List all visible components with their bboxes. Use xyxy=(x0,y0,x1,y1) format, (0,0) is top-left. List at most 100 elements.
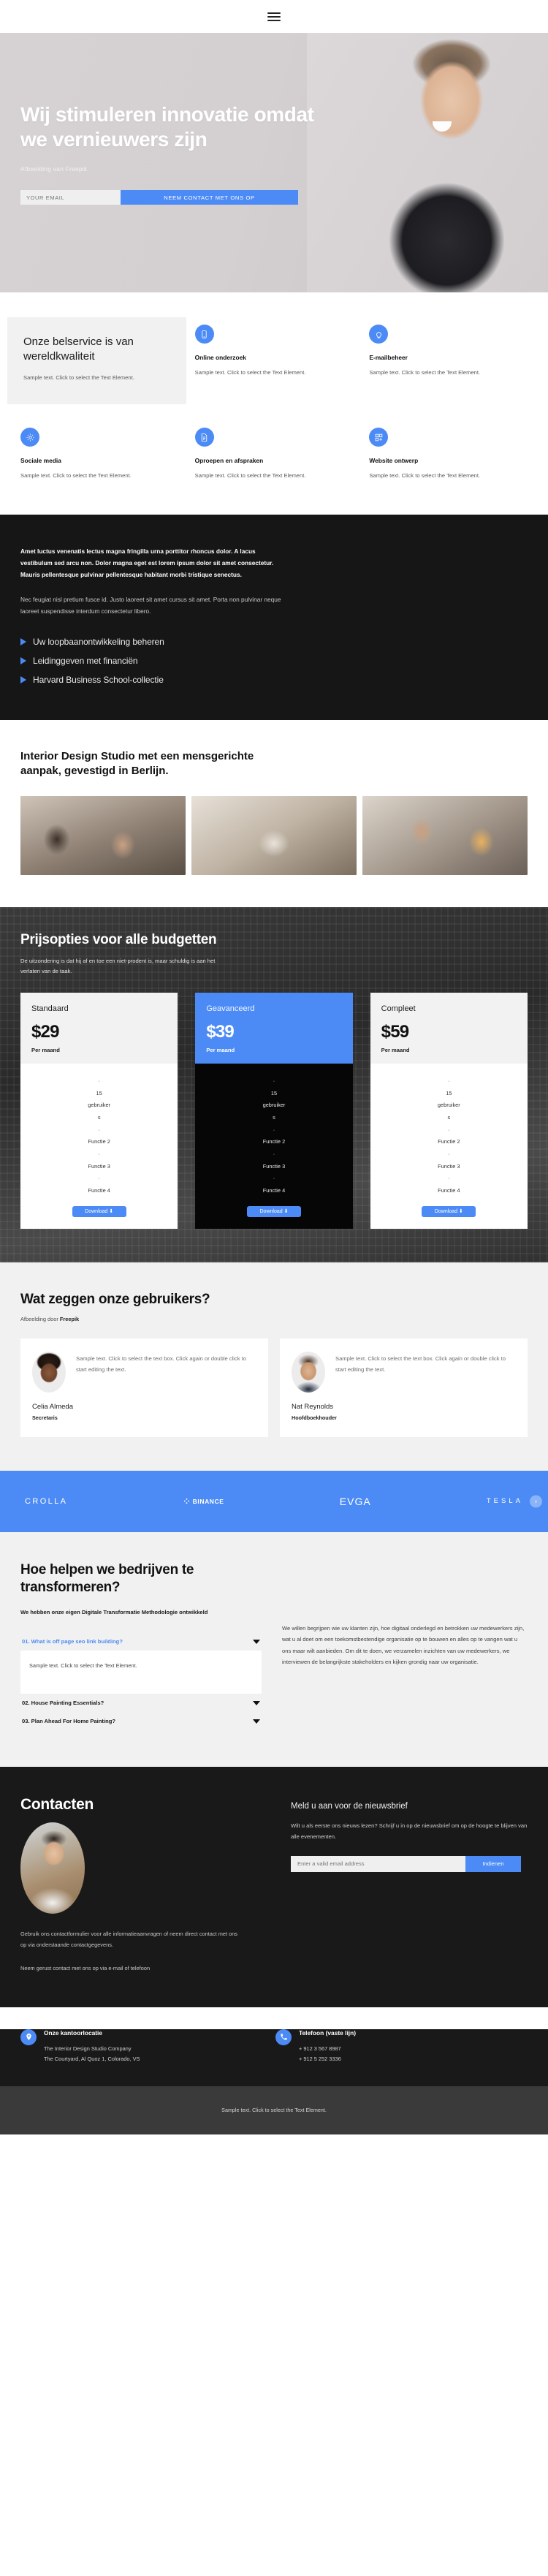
link-label: Uw loopbaanontwikkeling beheren xyxy=(33,636,164,647)
plan-price: $29 xyxy=(31,1022,59,1042)
contact-phone-title: Telefoon (vaste lijn) xyxy=(299,2028,357,2037)
top-navigation-bar xyxy=(0,0,548,33)
contact-phone-numbers: + 912 3 567 8987 + 912 5 252 3336 xyxy=(299,2044,356,2064)
pricing-plans: Standaard $29 Per maand · 15 gebruiker s… xyxy=(20,993,528,1229)
service-title: Oproepen en afspraken xyxy=(194,457,264,465)
location-pin-icon xyxy=(20,2028,37,2045)
portrait-smile xyxy=(432,121,452,132)
service-text: Sample text. Click to select the Text El… xyxy=(369,472,481,480)
footer-contacts: Onze kantoorlocatie The Interior Design … xyxy=(20,2028,517,2064)
testimonial-role: Hoofdboekhouder xyxy=(292,1414,337,1421)
service-card-online-onderzoek: Online onderzoek Sample text. Click to s… xyxy=(194,323,354,404)
landing-page: Wij stimuleren innovatie omdat we vernie… xyxy=(0,0,548,2134)
faq-right-column: We willen begrijpen wie uw klanten zijn,… xyxy=(282,1561,528,1731)
brand-logo-binance: BINANCE xyxy=(183,1498,224,1505)
service-card-e-mailbeheer: E-mailbeheer Sample text. Click to selec… xyxy=(369,323,528,404)
hero-portrait-photo xyxy=(307,33,548,292)
chevron-right-icon[interactable]: › xyxy=(530,1495,542,1508)
testimonials-credit: Afbeelding door Freepik xyxy=(20,1316,528,1322)
studio-section: Interior Design Studio met een mensgeric… xyxy=(0,719,548,908)
plan-feature: Functie 2 xyxy=(262,1138,286,1145)
address-line-1: The Interior Design Studio Company xyxy=(44,2045,132,2052)
plan-header: Compleet $59 Per maand xyxy=(370,993,528,1064)
plan-features: · 15 gebruiker s · Functie 2 · Functie 3… xyxy=(20,1064,178,1229)
service-text: Sample text. Click to select the Text El… xyxy=(194,472,306,480)
hero-contact-button[interactable]: NEEM CONTACT MET ONS OP xyxy=(121,190,298,205)
plan-period: Per maand xyxy=(381,1047,410,1054)
faq-item-02[interactable]: 02. House Painting Essentials? xyxy=(20,1694,262,1712)
brand-logos-carousel: CROLLA BINANCE EVGA TESLA › xyxy=(0,1470,548,1532)
plan-feature: · xyxy=(98,1126,100,1133)
faq-right-text: We willen begrijpen wie uw klanten zijn,… xyxy=(282,1624,525,1666)
plan-features: · 15 gebruiker s · Functie 2 · Functie 3… xyxy=(195,1064,353,1229)
plan-feature: Functie 4 xyxy=(88,1187,110,1194)
plan-feature: 15 xyxy=(96,1089,102,1096)
plan-download-button[interactable]: Download ⬇ xyxy=(246,1205,301,1217)
plan-feature: · xyxy=(448,1077,450,1085)
footer-section: Contacten Gebruik ons contactformulier v… xyxy=(0,1767,548,2007)
service-text: Sample text. Click to select the Text El… xyxy=(369,369,481,376)
hamburger-menu-icon[interactable] xyxy=(267,12,281,21)
contact-office: Onze kantoorlocatie The Interior Design … xyxy=(20,2028,262,2064)
services-intro-card: Onze belservice is van wereldkwaliteit S… xyxy=(7,317,186,405)
footer-bottom-text: Sample text. Click to select the Text El… xyxy=(221,2107,327,2114)
studio-image-gallery xyxy=(20,796,528,876)
services-grid-row-2: Sociale media Sample text. Click to sele… xyxy=(20,426,528,480)
service-card-sociale-media: Sociale media Sample text. Click to sele… xyxy=(20,426,179,480)
avatar xyxy=(292,1351,325,1393)
plan-feature: s xyxy=(273,1114,275,1121)
grid-plus-icon xyxy=(369,428,389,447)
testimonial-quote: Sample text. Click to select the text bo… xyxy=(76,1355,246,1373)
service-card-oproepen-en-afspraken: Oproepen en afspraken Sample text. Click… xyxy=(194,426,354,480)
pricing-section: Prijsopties voor alle budgetten De uitzo… xyxy=(0,907,548,1262)
chevron-down-icon xyxy=(253,1719,260,1724)
faq-item-01[interactable]: 01. What is off page seo link building? xyxy=(20,1632,262,1651)
testimonial-top: Sample text. Click to select the text bo… xyxy=(32,1351,256,1393)
plan-features: · 15 gebruiker s · Functie 2 · Functie 3… xyxy=(370,1064,528,1229)
brand-label: BINANCE xyxy=(192,1497,224,1505)
brand-logo-tesla: TESLA xyxy=(486,1497,523,1506)
faq-item-03[interactable]: 03. Plan Ahead For Home Painting? xyxy=(20,1712,262,1730)
newsletter-text: Wilt u als eerste ons nieuws lezen? Schr… xyxy=(291,1822,528,1841)
plan-feature: gebruiker xyxy=(262,1102,286,1109)
services-section: Onze belservice is van wereldkwaliteit S… xyxy=(0,292,548,515)
plan-download-button[interactable]: Download ⬇ xyxy=(422,1205,476,1217)
faq-section: Hoe helpen we bedrijven te transformeren… xyxy=(0,1531,548,1768)
credit-prefix: Afbeelding door xyxy=(20,1315,60,1322)
service-title: Online onderzoek xyxy=(194,354,246,361)
testimonial-card: Sample text. Click to select the text bo… xyxy=(280,1338,528,1437)
newsletter-submit-button[interactable]: Indienen xyxy=(465,1855,521,1872)
footer-bottom-bar: Sample text. Click to select the Text El… xyxy=(0,2086,548,2134)
hero-email-input[interactable] xyxy=(20,190,121,205)
testimonials-section: Wat zeggen onze gebruikers? Afbeelding d… xyxy=(0,1262,548,1471)
plan-feature: · xyxy=(448,1151,450,1158)
plan-header: Standaard $29 Per maand xyxy=(20,993,178,1064)
link-label: Leidinggeven met financiën xyxy=(33,655,138,666)
play-triangle-icon xyxy=(20,656,26,664)
list-item[interactable]: Harvard Business School-collectie xyxy=(20,675,528,685)
highlight-link-list: Uw loopbaanontwikkeling beheren Leidingg… xyxy=(20,637,528,685)
plan-feature: · xyxy=(448,1126,450,1133)
testimonial-card: Sample text. Click to select the text bo… xyxy=(20,1338,268,1437)
footer-copy-secondary: Neem gerust contact met ons op via e-mai… xyxy=(20,1964,151,1971)
footer-left-column: Contacten Gebruik ons contactformulier v… xyxy=(20,1796,269,1974)
testimonial-name: Celia Almeda xyxy=(32,1402,73,1411)
plan-feature: · xyxy=(98,1175,100,1182)
newsletter-email-input[interactable] xyxy=(291,1855,465,1872)
plan-name: Standaard xyxy=(31,1004,69,1014)
services-intro-text: Sample text. Click to select the Text El… xyxy=(23,374,134,381)
service-title: Website ontwerp xyxy=(369,457,419,465)
footer-heading: Contacten xyxy=(20,1796,94,1814)
plan-feature-list: · 15 gebruiker s · Functie 2 · Functie 3… xyxy=(28,1075,170,1197)
plan-period: Per maand xyxy=(31,1047,60,1054)
pricing-heading: Prijsopties voor alle budgetten xyxy=(20,932,217,948)
play-triangle-icon xyxy=(20,675,26,683)
phone-line-2: + 912 5 252 3336 xyxy=(299,2055,341,2062)
list-item[interactable]: Leidinggeven met financiën xyxy=(20,656,528,666)
plan-download-button[interactable]: Download ⬇ xyxy=(72,1205,126,1217)
list-item[interactable]: Uw loopbaanontwikkeling beheren xyxy=(20,637,528,647)
faq-accordion: 01. What is off page seo link building? … xyxy=(20,1632,262,1730)
plan-feature: Functie 3 xyxy=(438,1162,460,1170)
highlight-sub-paragraph: Nec feugiat nisl pretium fusce id. Justo… xyxy=(20,596,281,615)
service-title: E-mailbeheer xyxy=(369,354,408,361)
